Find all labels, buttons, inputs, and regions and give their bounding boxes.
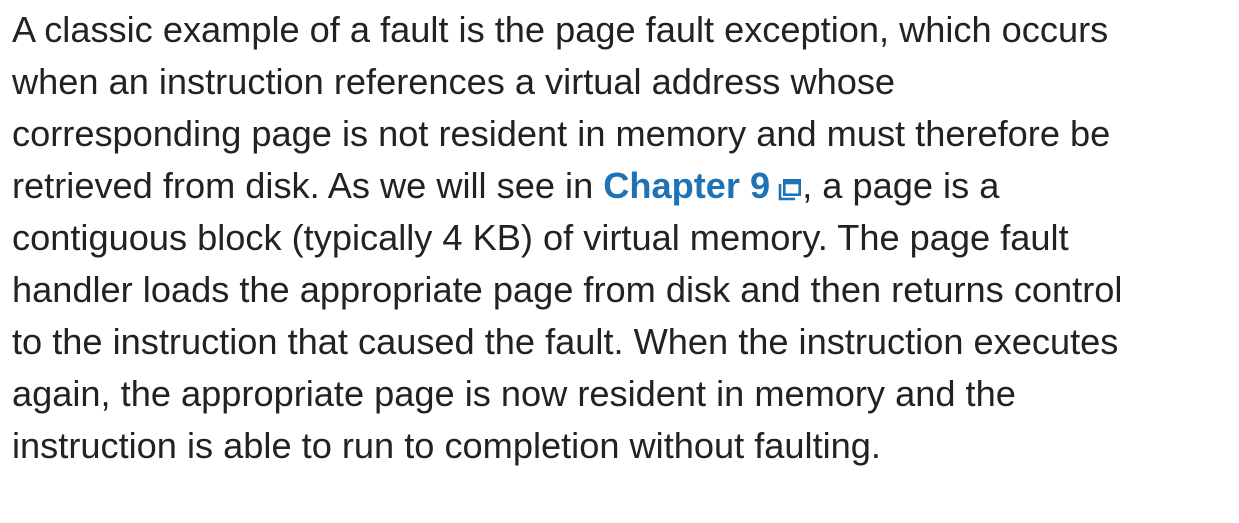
text-segment: , a page is a bbox=[802, 165, 1000, 206]
text-line: again, the appropriate page is now resid… bbox=[12, 373, 1016, 414]
text-line: when an instruction references a virtual… bbox=[12, 61, 896, 102]
text-line: instruction is able to run to completion… bbox=[12, 425, 881, 466]
text-line: contiguous block (typically 4 KB) of vir… bbox=[12, 217, 1069, 258]
text-line: A classic example of a fault is the page… bbox=[12, 9, 1109, 50]
chapter-link-label: Chapter 9 bbox=[603, 165, 771, 206]
text-line: handler loads the appropriate page from … bbox=[12, 269, 1123, 310]
body-paragraph: A classic example of a fault is the page… bbox=[12, 4, 1239, 472]
page: A classic example of a fault is the page… bbox=[0, 0, 1239, 523]
chapter-link[interactable]: Chapter 9 bbox=[603, 165, 802, 206]
text-line: corresponding page is not resident in me… bbox=[12, 113, 1111, 154]
text-line-with-link: retrieved from disk. As we will see in C… bbox=[12, 160, 1239, 212]
text-segment: retrieved from disk. As we will see in bbox=[12, 165, 604, 206]
text-line: to the instruction that caused the fault… bbox=[12, 321, 1119, 362]
popup-window-icon[interactable] bbox=[778, 164, 802, 216]
